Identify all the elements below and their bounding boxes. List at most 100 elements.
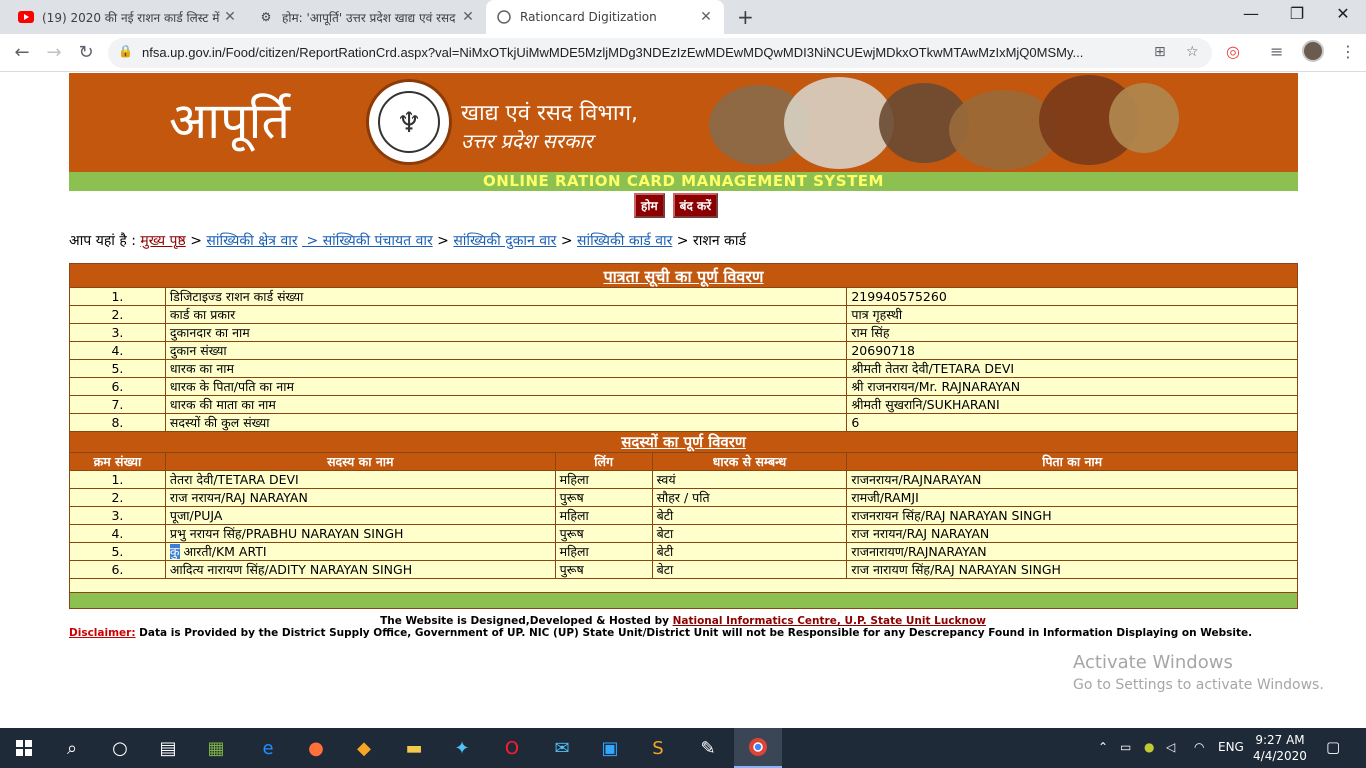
app-icon[interactable]: ✦ xyxy=(438,728,486,768)
close-tab-icon[interactable]: ✕ xyxy=(222,9,238,25)
windows-start-icon[interactable] xyxy=(0,728,48,768)
member-father-name: राजनारायण/RAJNARAYAN xyxy=(846,542,1298,561)
row-number: 4. xyxy=(69,341,166,360)
back-icon[interactable]: ← xyxy=(10,42,34,63)
translate-icon[interactable]: ⊞ xyxy=(1154,44,1166,60)
state-government-name: उत्तर प्रदेश सरकार xyxy=(461,129,593,153)
mail-icon[interactable]: ✉ xyxy=(538,728,586,768)
member-name-text: पूजा/PUJA xyxy=(169,508,223,523)
bookmark-star-icon[interactable]: ☆ xyxy=(1186,44,1199,60)
close-tab-icon[interactable]: ✕ xyxy=(460,9,476,25)
row-number: 7. xyxy=(69,395,166,414)
firefox-icon[interactable]: ● xyxy=(292,728,340,768)
row-number: 6. xyxy=(69,377,166,396)
watermark-subtitle: Go to Settings to activate Windows. xyxy=(1073,677,1324,693)
tab-title: (19) 2020 की नई राशन कार्ड लिस्ट में xyxy=(42,10,220,25)
menu-icon[interactable]: ⋮ xyxy=(1340,42,1356,61)
selected-text: कु xyxy=(169,544,180,559)
member-name: कु आरती/KM ARTI xyxy=(164,542,556,561)
home-button[interactable]: होम xyxy=(634,193,665,218)
member-name-text: आरती/KM ARTI xyxy=(179,544,267,559)
member-father-name: रामजी/RAMJI xyxy=(846,488,1298,507)
eligibility-row: 2. कार्ड का प्रकार पात्र गृहस्थी xyxy=(69,305,1298,324)
photoshop-icon[interactable]: ▣ xyxy=(586,728,634,768)
members-title: सदस्यों का पूर्ण विवरण xyxy=(621,433,746,451)
field-value: श्रीमती सुखरानि/SUKHARANI xyxy=(846,395,1298,414)
member-name-text: तेतरा देवी/TETARA DEVI xyxy=(169,472,299,487)
edge-icon[interactable]: e xyxy=(244,728,292,768)
row-number: 3. xyxy=(69,323,166,342)
volume-icon[interactable]: ◁ xyxy=(1166,740,1175,754)
chevron-up-icon[interactable]: ⌃ xyxy=(1098,740,1108,754)
app-icon[interactable]: ◆ xyxy=(340,728,388,768)
opera-icon[interactable]: O xyxy=(488,728,536,768)
close-button[interactable]: बंद करें xyxy=(672,193,719,218)
member-relation: सौहर / पति xyxy=(651,488,848,507)
app-icon[interactable]: S xyxy=(634,728,682,768)
field-label: धारक के पिता/पति का नाम xyxy=(164,377,848,396)
browser-tab-bar: (19) 2020 की नई राशन कार्ड लिस्ट में ✕ ⚙… xyxy=(0,0,1366,34)
wifi-icon[interactable]: ◠ xyxy=(1194,740,1204,754)
column-header: क्रम संख्या xyxy=(69,452,166,471)
row-number: 8. xyxy=(69,413,166,432)
minimize-button[interactable]: — xyxy=(1228,4,1274,23)
globe-icon: ⚙ xyxy=(260,10,272,24)
emblem-symbol-icon: ♆ xyxy=(378,91,440,153)
eligibility-row: 1. डिजिटाइज्ड राशन कार्ड संख्या 2199405752… xyxy=(69,287,1298,306)
task-view-icon[interactable]: ▤ xyxy=(144,728,192,768)
reload-icon[interactable]: ↻ xyxy=(74,42,98,63)
language-indicator[interactable]: ENG xyxy=(1218,740,1244,754)
field-label: दुकानदार का नाम xyxy=(164,323,848,342)
cortana-icon[interactable]: ○ xyxy=(96,728,144,768)
ration-card-details-table: पात्रता सूची का पूर्ण विवरण 1. डिजिटाइज्ड… xyxy=(69,263,1298,609)
disclaimer: Disclaimer: Data is Provided by the Dist… xyxy=(69,627,1252,639)
row-number: 4. xyxy=(69,524,166,543)
extension-icon[interactable]: ◎ xyxy=(1226,42,1240,61)
breadcrumb-card-link[interactable]: सांख्यिकी कार्ड वार xyxy=(577,233,672,249)
row-number: 3. xyxy=(69,506,166,525)
media-icon[interactable]: ≡ xyxy=(1270,42,1283,61)
youtube-icon xyxy=(18,9,34,25)
nic-link[interactable]: National Informatics Centre, U.P. State … xyxy=(673,615,986,627)
battery-icon[interactable]: ▭ xyxy=(1120,740,1131,754)
banner-photo-collage xyxy=(709,75,1189,171)
department-name: खाद्य एवं रसद विभाग, xyxy=(461,101,638,126)
member-father-name: राज नारायण सिंह/RAJ NARAYAN SINGH xyxy=(846,560,1298,579)
eligibility-row: 6. धारक के पिता/पति का नाम श्री राजनरायन/M… xyxy=(69,377,1298,396)
tab-aapurti[interactable]: ⚙ होम: 'आपूर्ति' उत्तर प्रदेश खाद्य एवं … xyxy=(248,0,486,34)
close-window-button[interactable]: ✕ xyxy=(1320,4,1366,23)
avatar[interactable] xyxy=(1302,40,1324,62)
new-tab-button[interactable]: + xyxy=(737,5,754,29)
tab-title: होम: 'आपूर्ति' उत्तर प्रदेश खाद्य एवं रस… xyxy=(282,10,456,25)
search-icon[interactable]: ⌕ xyxy=(48,728,96,768)
page-nav-buttons: होम बंद करें xyxy=(634,193,719,218)
chrome-icon[interactable] xyxy=(734,728,782,768)
member-name-text: आदित्य नारायण सिंह/ADITY NARAYAN SINGH xyxy=(169,562,413,577)
breadcrumb-panchayat-link[interactable]: > सांख्यिकी पंचायत वार xyxy=(302,233,433,249)
browser-toolbar: ← → ↻ 🔒 nfsa.up.gov.in/Food/citizen/Repo… xyxy=(0,34,1366,72)
breadcrumb-area-link[interactable]: सांख्यिकी क्षेत्र वार xyxy=(206,233,297,249)
breadcrumb-shop-link[interactable]: सांख्यिकी दुकान वार xyxy=(453,233,556,249)
eligibility-row: 4. दुकान संख्या 20690718 xyxy=(69,341,1298,360)
address-bar[interactable]: 🔒 nfsa.up.gov.in/Food/citizen/ReportRati… xyxy=(108,38,1212,68)
file-explorer-icon[interactable]: ▬ xyxy=(390,728,438,768)
tab-rationcard[interactable]: Rationcard Digitization ✕ xyxy=(486,0,724,34)
row-number: 2. xyxy=(69,305,166,324)
clock[interactable]: 9:27 AM 4/4/2020 xyxy=(1250,732,1310,764)
pen-icon[interactable]: ✎ xyxy=(684,728,732,768)
notification-icon[interactable]: ▢ xyxy=(1326,738,1340,756)
row-number: 1. xyxy=(69,470,166,489)
member-name: आदित्य नारायण सिंह/ADITY NARAYAN SINGH xyxy=(164,560,556,579)
credit-text: The Website is Designed,Developed & Host… xyxy=(380,615,673,627)
field-value: 6 xyxy=(846,413,1298,432)
maximize-button[interactable]: ❐ xyxy=(1274,4,1320,23)
tab-title: Rationcard Digitization xyxy=(520,10,657,24)
breadcrumb-home-link[interactable]: मुख्य पृष्ठ xyxy=(140,233,185,249)
eligibility-row: 3. दुकानदार का नाम राम सिंह xyxy=(69,323,1298,342)
store-icon[interactable]: ▦ xyxy=(192,728,240,768)
network-tray-icon[interactable]: ● xyxy=(1144,740,1154,754)
breadcrumb-separator: > xyxy=(556,233,578,249)
forward-icon[interactable]: → xyxy=(42,42,66,63)
close-tab-icon[interactable]: ✕ xyxy=(698,9,714,25)
tab-youtube[interactable]: (19) 2020 की नई राशन कार्ड लिस्ट में ✕ xyxy=(8,0,248,34)
